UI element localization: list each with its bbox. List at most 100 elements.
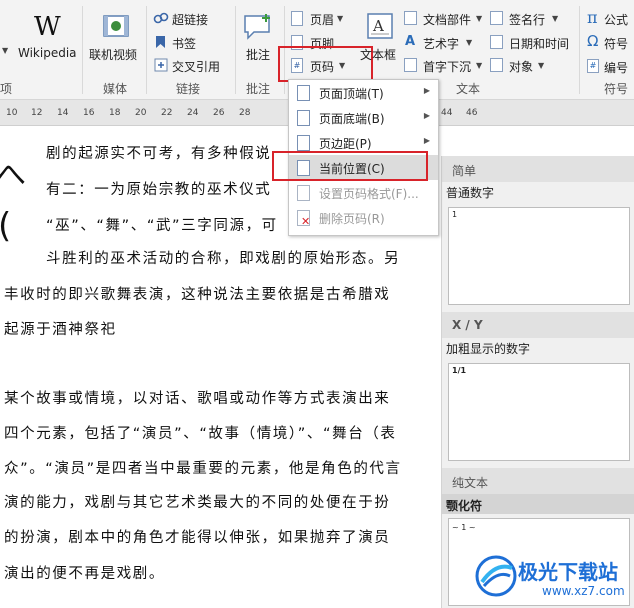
omega-icon: Ω — [587, 32, 599, 50]
hyperlink-icon — [153, 12, 169, 24]
gallery-preview: 1 — [452, 210, 458, 219]
dropdown-arrow-icon: ▼ — [552, 14, 559, 23]
hyperlink-button[interactable]: 超链接 — [153, 10, 233, 28]
comment-label: 批注 — [246, 48, 271, 62]
ruler-tick: 14 — [57, 108, 69, 118]
doc-line: 演出的便不再是戏剧。 — [4, 566, 165, 582]
wikipedia-button[interactable]: W Wikipedia — [16, 10, 78, 62]
gallery-caption: 普通数字 — [446, 186, 495, 200]
symbol-button[interactable]: Ω 符号 — [585, 32, 634, 53]
ruler-tick: 24 — [187, 108, 199, 118]
menu-item-format-page-numbers[interactable]: 设置页码格式(F)... — [289, 180, 438, 205]
formula-button[interactable]: π 公式 — [585, 8, 634, 29]
dropdown-arrow-icon: ▼ — [466, 38, 473, 47]
doc-line: 剧的起源实不可考，有多种假说 — [46, 146, 272, 162]
doc-line: 四个元素，包括了“演员”、“故事（情境）”、“舞台（表 — [4, 426, 397, 442]
doc-line: 演的能力，戏剧与其它艺术类最大的不同的处便在于扮 — [4, 495, 391, 511]
gallery-item-bold-number[interactable]: 1/1 — [448, 363, 630, 461]
page-number-label: 页码 — [310, 60, 335, 74]
header-button[interactable]: 页眉 ▼ — [291, 10, 351, 28]
menu-item-remove-page-numbers[interactable]: ✕ 删除页码(R) — [289, 205, 438, 230]
page-number-button[interactable]: # 页码 ▼ — [291, 57, 353, 75]
cross-reference-label: 交叉引用 — [172, 60, 221, 74]
drop-glyph: へ — [0, 158, 26, 193]
wordart-icon: A — [405, 34, 416, 49]
wordart-button[interactable]: A 艺术字 ▼ — [404, 34, 490, 52]
watermark-brand: 极光下载站 — [518, 560, 618, 584]
group-label-addins: 项 — [0, 82, 13, 96]
menu-item-page-bottom[interactable]: 页面底端(B) ▶ — [289, 105, 438, 130]
comment-icon — [244, 14, 270, 40]
pi-icon: π — [587, 8, 598, 27]
signature-icon — [490, 11, 503, 25]
group-label-symbols: 符号 — [604, 82, 629, 96]
gallery-section-header: 纯文本 — [442, 468, 634, 494]
object-icon — [490, 58, 503, 72]
doc-line: 丰收时的即兴歌舞表演，这种说法主要依据是古希腊戏 — [4, 287, 391, 303]
bookmark-label: 书签 — [172, 37, 197, 51]
dropdown-arrow-icon: ▼ — [337, 14, 344, 23]
gallery-preview: ~ 1 ~ — [452, 523, 476, 532]
group-divider — [579, 6, 580, 94]
svg-text:A: A — [372, 17, 384, 35]
addins-partial[interactable]: ▼ — [0, 22, 14, 55]
gallery-section-header: 简单 — [442, 156, 634, 182]
doc-parts-button[interactable]: 文档部件 ▼ — [404, 10, 490, 28]
ruler-tick: 10 — [6, 108, 18, 118]
ruler-tick: 28 — [239, 108, 251, 118]
number-label: 编号 — [604, 61, 629, 75]
film-icon — [103, 15, 129, 37]
symbol-label: 符号 — [604, 37, 629, 51]
textbox-button[interactable]: A 文本框 — [360, 10, 402, 66]
drop-glyph: ( — [0, 206, 11, 246]
page-top-icon — [297, 85, 310, 101]
doc-line: 起源于酒神祭祀 — [4, 322, 117, 338]
wikipedia-label: Wikipedia — [18, 46, 77, 60]
wikipedia-icon: W — [34, 12, 61, 42]
dropdown-arrow-icon: ▼ — [339, 61, 346, 70]
gallery-caption: 加粗显示的数字 — [446, 342, 531, 356]
submenu-arrow-icon: ▶ — [423, 111, 430, 120]
comment-button[interactable]: 批注 — [239, 10, 279, 66]
dropcap-button[interactable]: 首字下沉 ▼ — [404, 57, 490, 75]
ruler-tick: 46 — [466, 108, 478, 118]
bookmark-button[interactable]: 书签 — [153, 34, 233, 52]
gallery-caption-selected: 颚化符 — [442, 494, 634, 514]
page-number-gallery: 简单 普通数字 1 X / Y 加粗显示的数字 1/1 纯文本 颚化符 ~ 1 … — [441, 156, 634, 608]
watermark-url: www.xz7.com — [542, 584, 625, 598]
doc-line: 的扮演，剧本中的角色才能得以伸张，如果抛弃了演员 — [4, 530, 391, 546]
header-label: 页眉 — [310, 13, 335, 27]
cross-reference-button[interactable]: 交叉引用 — [153, 57, 233, 75]
number-button[interactable]: # 编号 — [585, 57, 634, 77]
ruler-tick: 16 — [83, 108, 95, 118]
online-video-button[interactable]: 联机视频 — [88, 10, 144, 64]
submenu-arrow-icon: ▶ — [423, 86, 430, 95]
signature-label: 签名行 — [509, 13, 546, 27]
ruler-tick: 22 — [161, 108, 173, 118]
hyperlink-label: 超链接 — [172, 13, 209, 27]
calendar-icon — [490, 35, 503, 49]
ruler-tick: 26 — [213, 108, 225, 118]
dropcap-label: 首字下沉 — [423, 60, 472, 74]
formula-label: 公式 — [604, 13, 629, 27]
gallery-item-plain-number[interactable]: 1 — [448, 207, 630, 305]
dropdown-arrow-icon: ▼ — [538, 61, 545, 70]
doc-parts-icon — [404, 11, 417, 25]
brand-logo-icon — [475, 555, 517, 597]
format-icon — [297, 185, 310, 201]
menu-item-page-top[interactable]: 页面顶端(T) ▶ — [289, 80, 438, 105]
datetime-button[interactable]: 日期和时间 — [490, 34, 580, 52]
online-video-label: 联机视频 — [89, 48, 138, 62]
page-bottom-icon — [297, 110, 310, 126]
dropdown-arrow-icon: ▼ — [476, 61, 483, 70]
object-button[interactable]: 对象 ▼ — [490, 57, 576, 75]
ruler-tick: 20 — [135, 108, 147, 118]
page-number-icon: # — [291, 58, 303, 73]
signature-line-button[interactable]: 签名行 ▼ — [490, 10, 576, 28]
cross-reference-icon — [154, 58, 168, 72]
submenu-arrow-icon: ▶ — [423, 136, 430, 145]
group-label-text: 文本 — [456, 82, 481, 96]
group-label-links: 链接 — [176, 82, 201, 96]
ruler-tick: 44 — [441, 108, 453, 118]
delete-x-icon: ✕ — [301, 215, 311, 228]
